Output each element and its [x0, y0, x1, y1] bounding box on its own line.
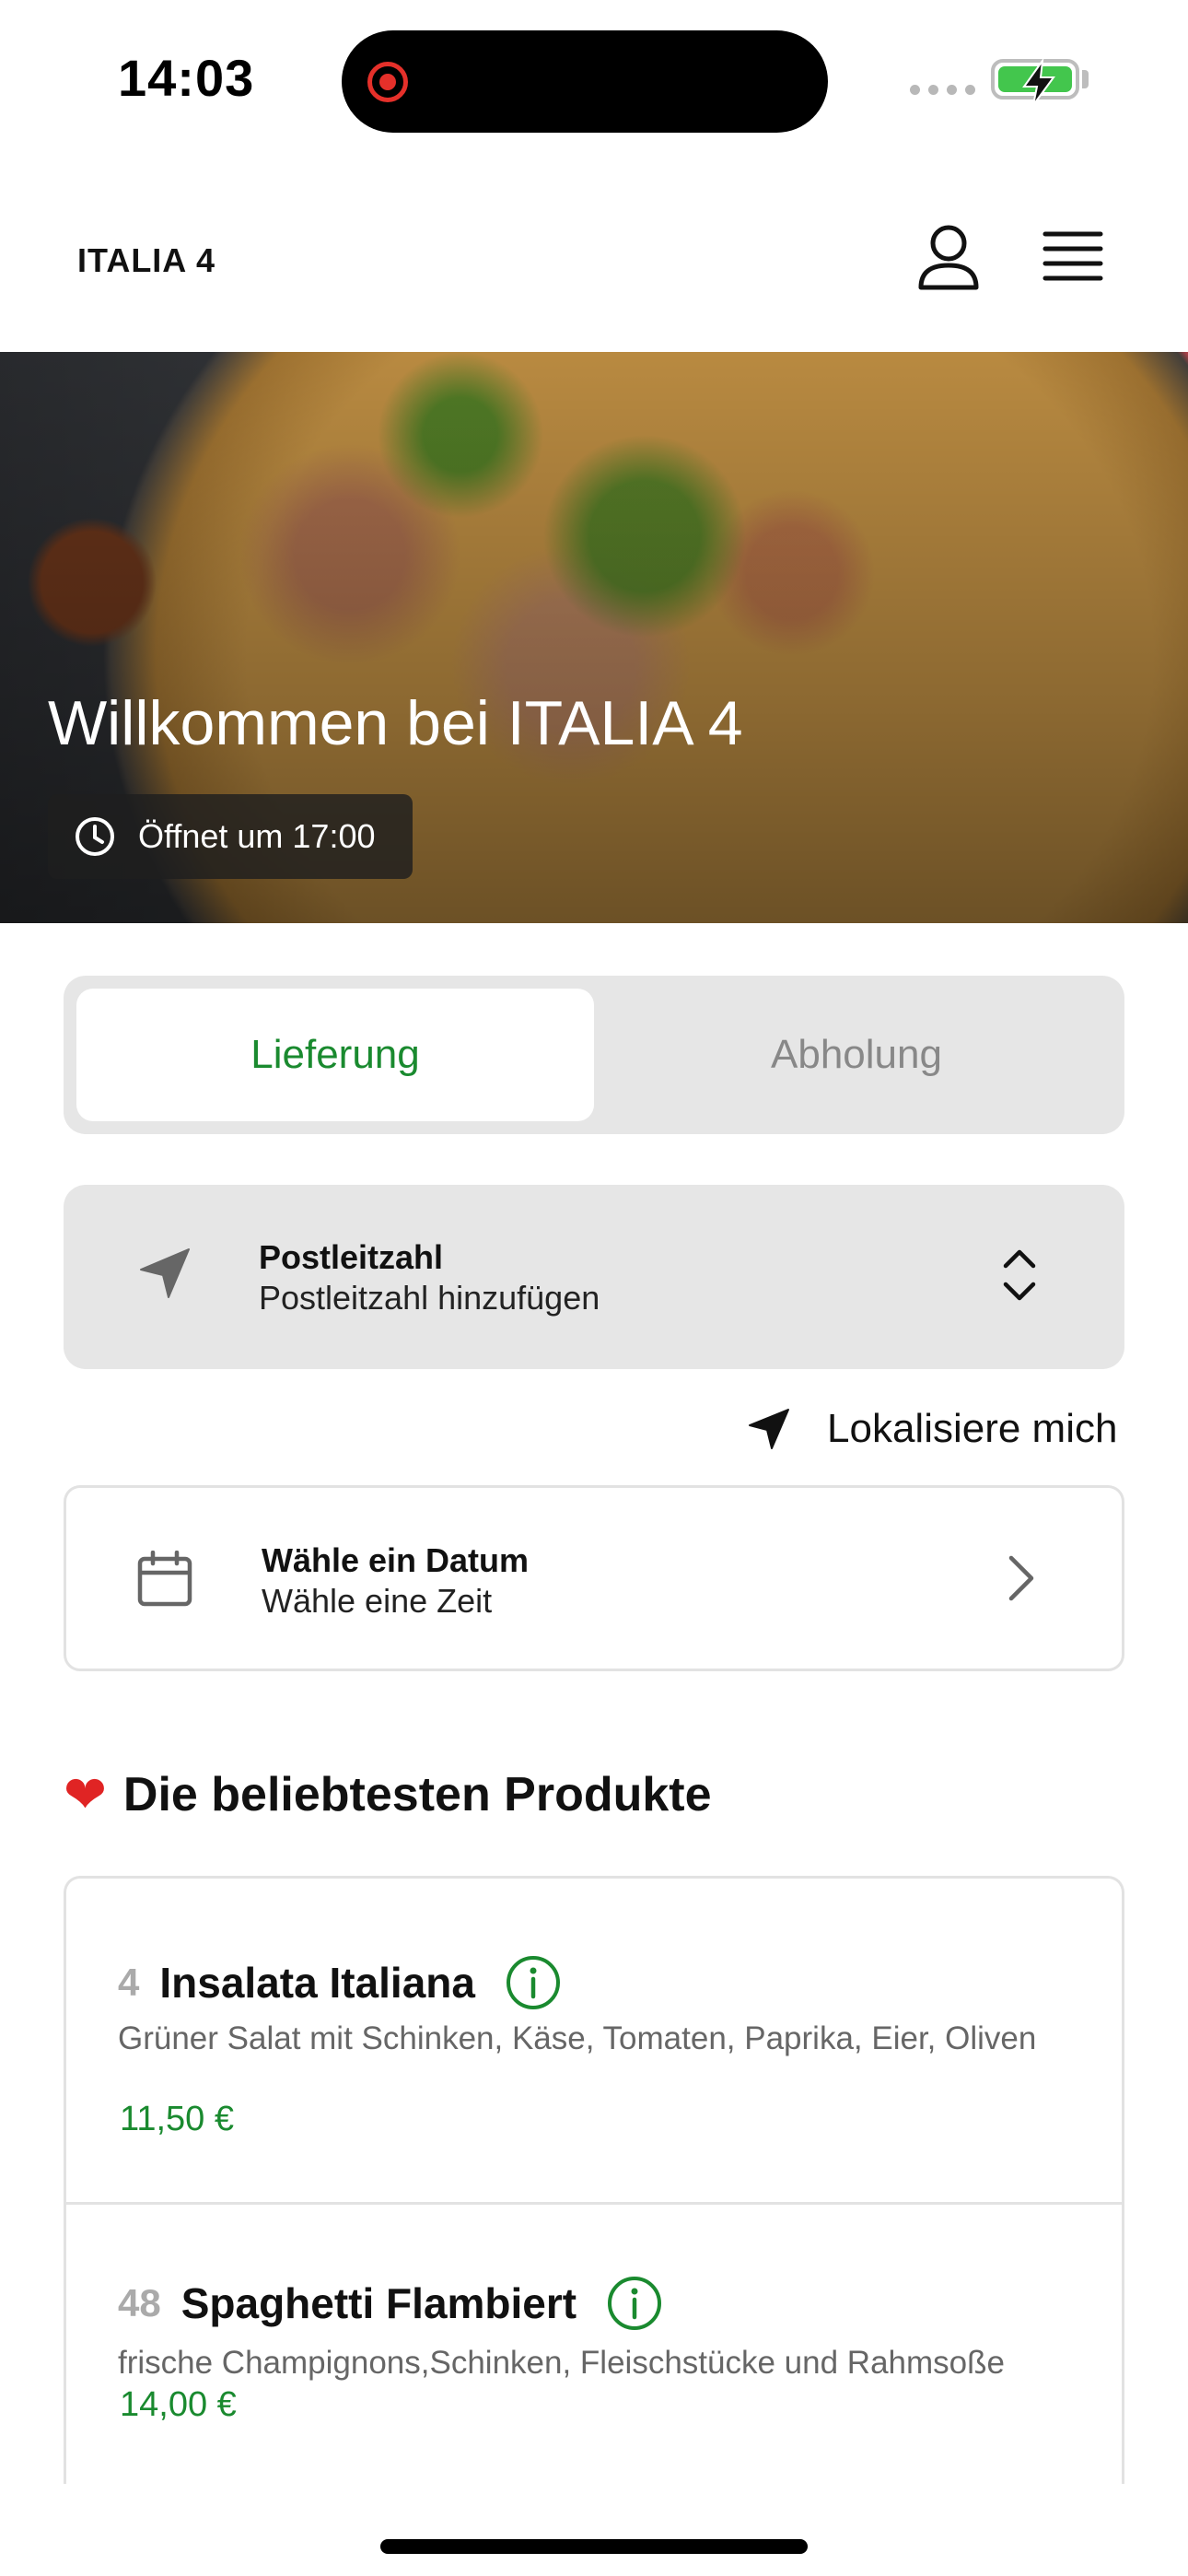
- product-name: Insalata Italiana: [159, 1959, 475, 2007]
- locate-me-button[interactable]: Lokalisiere mich: [748, 1397, 1117, 1461]
- order-mode-toggle: Lieferung Abholung: [64, 976, 1124, 1134]
- popular-products-heading: ❤ Die beliebtesten Produkte: [64, 1767, 712, 1822]
- product-number: 48: [118, 2281, 161, 2324]
- dynamic-island: [342, 30, 828, 133]
- clock-icon: [76, 817, 114, 856]
- opening-hours-text: Öffnet um 17:00: [138, 817, 376, 855]
- tab-delivery[interactable]: Lieferung: [76, 989, 594, 1121]
- home-indicator[interactable]: [380, 2539, 808, 2554]
- recording-indicator-icon: [367, 62, 408, 102]
- hero-banner: Willkommen bei ITALIA 4 Öffnet um 17:00: [0, 352, 1188, 923]
- product-description: Grüner Salat mit Schinken, Käse, Tomaten…: [118, 2020, 1037, 2056]
- app-header: ITALIA 4: [0, 157, 1188, 352]
- product-item[interactable]: 48 Spaghetti Flambiert frische Champigno…: [66, 2205, 1122, 2484]
- product-number: 4: [118, 1961, 140, 2004]
- menu-button[interactable]: [1042, 230, 1103, 282]
- account-button[interactable]: [916, 223, 981, 293]
- product-description: frische Champignons,Schinken, Fleischstü…: [118, 2345, 1005, 2381]
- calendar-icon: [137, 1551, 192, 1607]
- section-title: Die beliebtesten Produkte: [122, 1768, 712, 1821]
- product-price: 14,00 €: [120, 2385, 237, 2424]
- postal-code-selector[interactable]: Postleitzahl Postleitzahl hinzufügen: [64, 1185, 1124, 1369]
- date-label: Wähle ein Datum: [262, 1541, 530, 1579]
- location-arrow-icon: [140, 1248, 190, 1298]
- hamburger-icon: [1042, 231, 1103, 281]
- locate-me-label: Lokalisiere mich: [827, 1406, 1118, 1451]
- hero-title: Willkommen bei ITALIA 4: [48, 688, 743, 758]
- postal-code-label: Postleitzahl: [259, 1238, 444, 1276]
- status-bar: 14:03: [0, 0, 1188, 157]
- product-name: Spaghetti Flambiert: [181, 2279, 577, 2327]
- info-icon[interactable]: [606, 2275, 663, 2332]
- time-label: Wähle eine Zeit: [262, 1582, 493, 1620]
- chevron-up-down-icon: [1003, 1249, 1036, 1301]
- product-price: 11,50 €: [120, 2100, 234, 2138]
- tab-pickup[interactable]: Abholung: [598, 989, 1115, 1121]
- schedule-selector[interactable]: Wähle ein Datum Wähle eine Zeit: [64, 1485, 1124, 1671]
- product-item[interactable]: 4 Insalata Italiana Grüner Salat mit Sch…: [66, 1879, 1122, 2205]
- postal-code-placeholder: Postleitzahl hinzufügen: [259, 1279, 600, 1317]
- person-icon: [918, 225, 979, 290]
- heart-icon: ❤: [64, 1765, 107, 1823]
- opening-hours-badge: Öffnet um 17:00: [48, 794, 413, 879]
- navigation-arrow-icon: [749, 1409, 789, 1449]
- status-time: 14:03: [118, 49, 255, 107]
- chevron-right-icon: [1008, 1555, 1034, 1601]
- battery-tip: [1082, 70, 1089, 88]
- signal-icon: [910, 85, 975, 95]
- popular-products-list: 4 Insalata Italiana Grüner Salat mit Sch…: [64, 1876, 1124, 2484]
- info-icon[interactable]: [505, 1954, 562, 2011]
- brand-title: ITALIA 4: [77, 241, 215, 279]
- battery-icon: [991, 59, 1079, 106]
